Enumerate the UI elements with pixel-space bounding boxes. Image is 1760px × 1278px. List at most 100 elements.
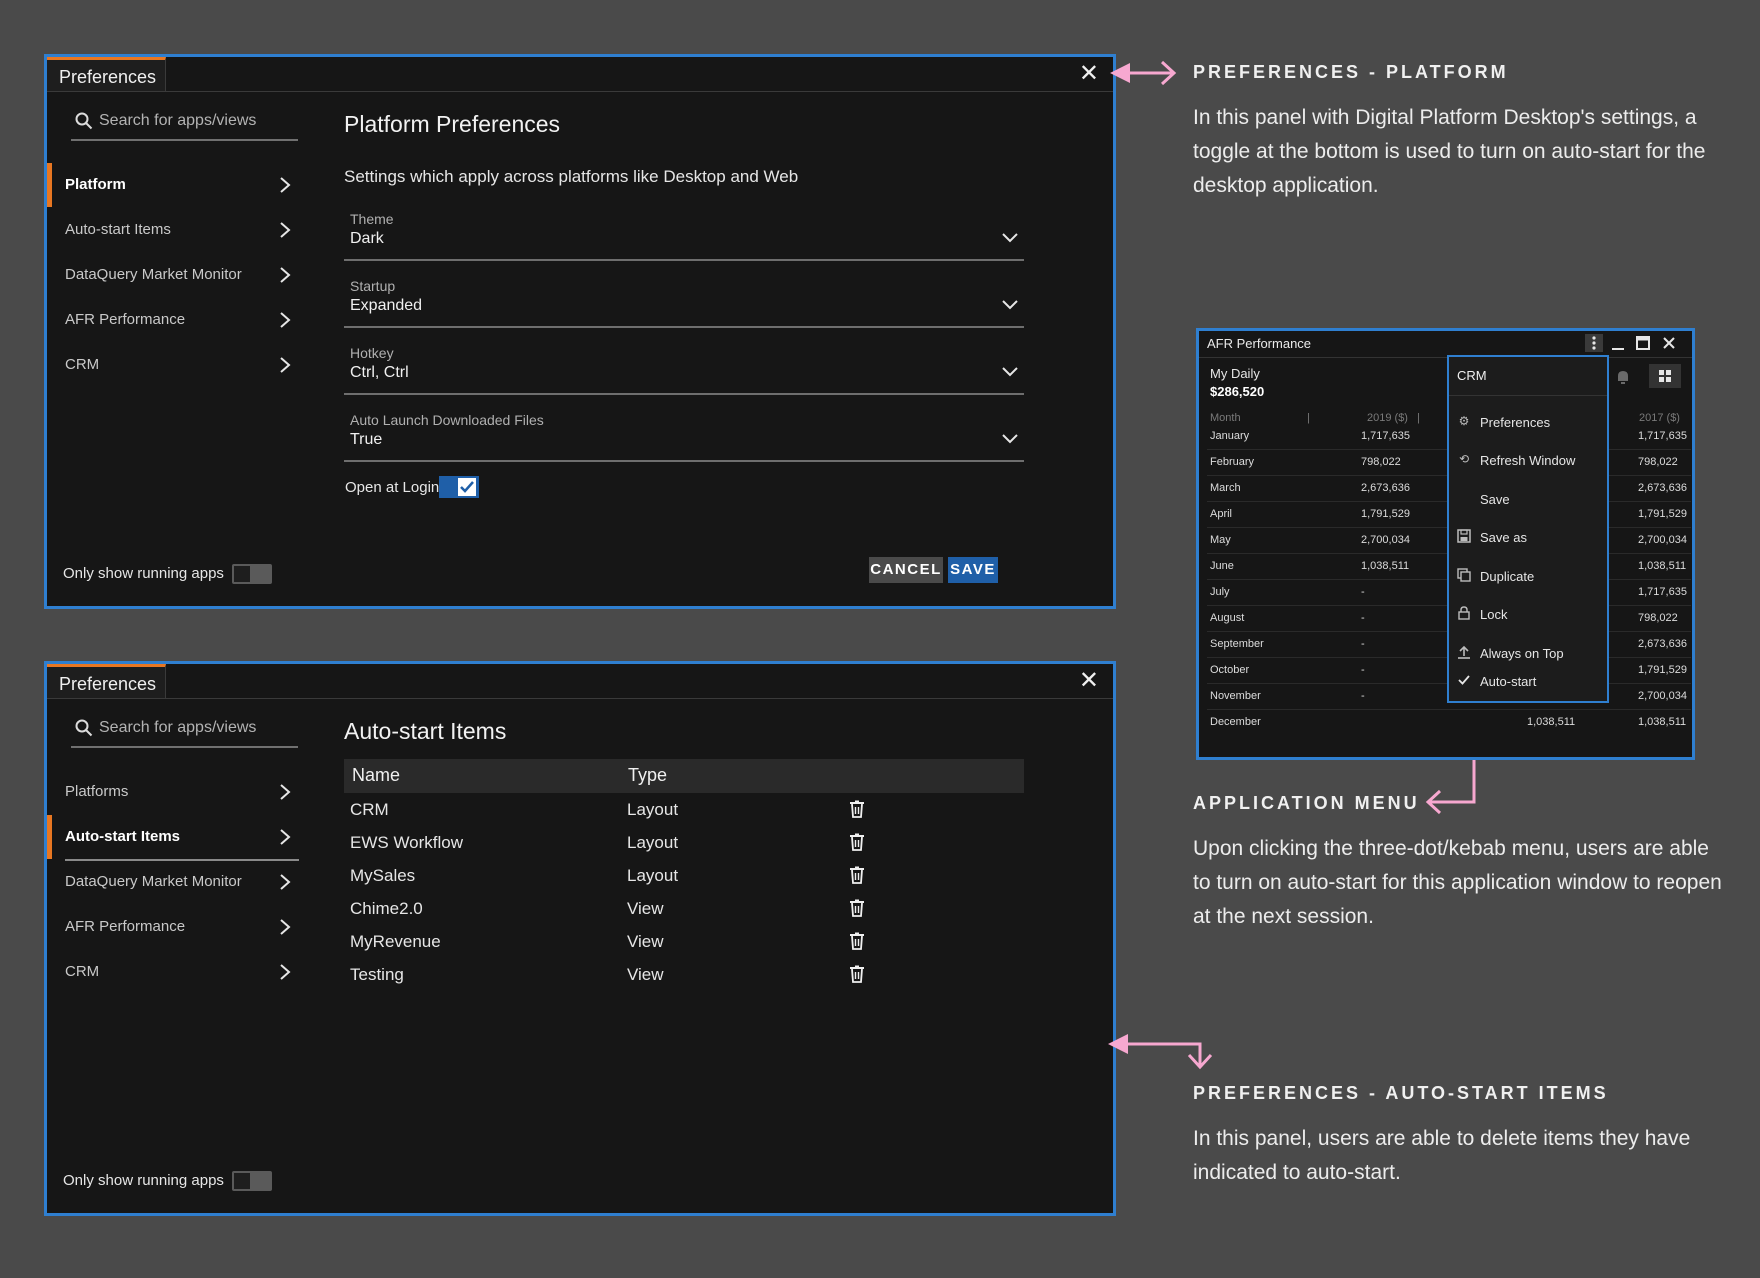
gear-icon: ⚙ (1458, 414, 1470, 428)
menu-item-duplicate[interactable]: Duplicate (1449, 557, 1607, 595)
field-value: True (350, 431, 383, 448)
table-row: Chime2.0 View (344, 893, 1024, 926)
chevron-right-icon (280, 177, 291, 193)
cell-2017: 1,038,511 (1638, 560, 1687, 572)
row-name: Testing (350, 965, 404, 984)
row-type: Layout (627, 800, 679, 819)
active-indicator (47, 815, 52, 859)
cell-month: November (1210, 690, 1261, 702)
annotation-title-platform: PREFERENCES - PLATFORM (1193, 62, 1509, 82)
cell-2019: 2,673,636 (1361, 482, 1410, 494)
annotation-title-app-menu: APPLICATION MENU (1193, 793, 1420, 813)
sidebar-item-auto-start[interactable]: Auto-start Items (47, 815, 307, 861)
sidebar-item-platforms[interactable]: Platforms (47, 770, 307, 814)
cell-2017: 1,038,511 (1638, 716, 1687, 728)
only-running-apps-toggle[interactable] (231, 1171, 272, 1191)
save-button[interactable]: SAVE (948, 557, 998, 583)
table-row: December 1,038,511 1,038,511 (1207, 709, 1691, 735)
theme-select[interactable]: Theme Dark (344, 211, 1024, 261)
sidebar-item-afr-performance[interactable]: AFR Performance (47, 298, 307, 342)
menu-divider (1449, 395, 1607, 396)
field-label: Hotkey (350, 345, 394, 361)
sidebar-item-dataquery[interactable]: DataQuery Market Monitor (47, 860, 307, 904)
hotkey-select[interactable]: Hotkey Ctrl, Ctrl (344, 345, 1024, 395)
tab-preferences[interactable]: Preferences (47, 57, 166, 91)
menu-item-save[interactable]: Save (1449, 480, 1607, 518)
menu-item-auto-start[interactable]: Auto-start (1449, 662, 1607, 700)
cell-2017: 1,717,635 (1638, 586, 1687, 598)
search-input[interactable]: Search for apps/views (71, 109, 298, 141)
kebab-menu-button[interactable] (1585, 334, 1603, 352)
upload-icon (1458, 645, 1470, 659)
duplicate-icon (1457, 568, 1471, 582)
trash-icon[interactable] (849, 800, 865, 818)
trash-icon[interactable] (849, 965, 865, 983)
chevron-down-icon (1002, 233, 1018, 243)
menu-item-lock[interactable]: Lock (1449, 595, 1607, 633)
cell-2017: 2,700,034 (1638, 534, 1687, 546)
only-running-apps-label: Only show running apps (63, 1171, 224, 1189)
cell-2017: 2,673,636 (1638, 638, 1687, 650)
cell-2017: 1,791,529 (1638, 508, 1687, 520)
preferences-auto-start-panel: Preferences ✕ Search for apps/views Plat… (44, 661, 1116, 1216)
cell-2017: 2,673,636 (1638, 482, 1687, 494)
chevron-right-icon (280, 784, 291, 800)
menu-item-save-as[interactable]: Save as (1449, 518, 1607, 556)
application-menu: CRM ⚙ Preferences ⟲ Refresh Window Save … (1447, 355, 1609, 703)
auto-launch-select[interactable]: Auto Launch Downloaded Files True (344, 412, 1024, 462)
column-header-type: Type (628, 765, 668, 785)
menu-item-label: Refresh Window (1480, 453, 1576, 468)
trash-icon[interactable] (849, 866, 865, 884)
tab-preferences[interactable]: Preferences (47, 664, 166, 698)
sidebar-item-label: DataQuery Market Monitor (65, 266, 242, 283)
only-running-apps-toggle[interactable] (231, 564, 272, 584)
search-input[interactable]: Search for apps/views (71, 716, 298, 748)
sidebar-item-platform[interactable]: Platform (47, 163, 307, 207)
row-type: Layout (627, 833, 679, 852)
close-icon[interactable]: ✕ (1079, 62, 1099, 86)
cell-month: June (1210, 560, 1234, 572)
search-icon (75, 112, 93, 130)
cell-month: August (1210, 612, 1245, 624)
maximize-icon[interactable] (1636, 336, 1650, 350)
check-icon (1458, 675, 1470, 685)
bell-icon[interactable] (1616, 369, 1630, 385)
panel-tabbar: Preferences ✕ (47, 57, 1113, 92)
menu-item-refresh-window[interactable]: ⟲ Refresh Window (1449, 441, 1607, 479)
only-running-apps-label: Only show running apps (63, 564, 224, 582)
minimize-icon[interactable] (1611, 337, 1625, 351)
open-at-login-toggle[interactable] (439, 476, 479, 498)
trash-icon[interactable] (849, 932, 865, 950)
cancel-button[interactable]: CANCEL (869, 557, 943, 583)
sidebar-item-label: Auto-start Items (65, 221, 171, 238)
cell-month: September (1210, 638, 1264, 650)
menu-title: CRM (1457, 368, 1487, 383)
menu-item-preferences[interactable]: ⚙ Preferences (1449, 403, 1607, 441)
window-title: AFR Performance (1207, 336, 1312, 351)
search-icon (75, 719, 93, 737)
sidebar-item-label: Platform (65, 176, 126, 193)
sidebar-item-auto-start[interactable]: Auto-start Items (47, 208, 307, 252)
widget-title: My Daily (1210, 366, 1260, 381)
trash-icon[interactable] (849, 899, 865, 917)
sidebar-item-crm[interactable]: CRM (47, 950, 307, 994)
table-row: Testing View (344, 959, 1024, 992)
field-label: Auto Launch Downloaded Files (350, 412, 544, 428)
sidebar-item-afr-performance[interactable]: AFR Performance (47, 905, 307, 949)
close-icon[interactable]: ✕ (1079, 669, 1099, 693)
field-value: Ctrl, Ctrl (350, 364, 409, 381)
row-type: View (627, 965, 664, 984)
window-titlebar: AFR Performance (1199, 331, 1692, 358)
grid-view-button[interactable] (1649, 364, 1681, 388)
sidebar-item-crm[interactable]: CRM (47, 343, 307, 387)
cell-2019: 1,038,511 (1527, 716, 1576, 728)
trash-icon[interactable] (849, 833, 865, 851)
startup-select[interactable]: Startup Expanded (344, 278, 1024, 328)
sidebar-item-label: CRM (65, 963, 100, 980)
annotation-body-app-menu: Upon clicking the three-dot/kebab menu, … (1193, 837, 1722, 928)
cell-month: January (1210, 430, 1250, 442)
annotation-title-auto-start: PREFERENCES - AUTO-START ITEMS (1193, 1083, 1609, 1103)
search-placeholder: Search for apps/views (99, 719, 257, 736)
close-icon[interactable] (1662, 336, 1676, 350)
sidebar-item-dataquery[interactable]: DataQuery Market Monitor (47, 253, 307, 297)
